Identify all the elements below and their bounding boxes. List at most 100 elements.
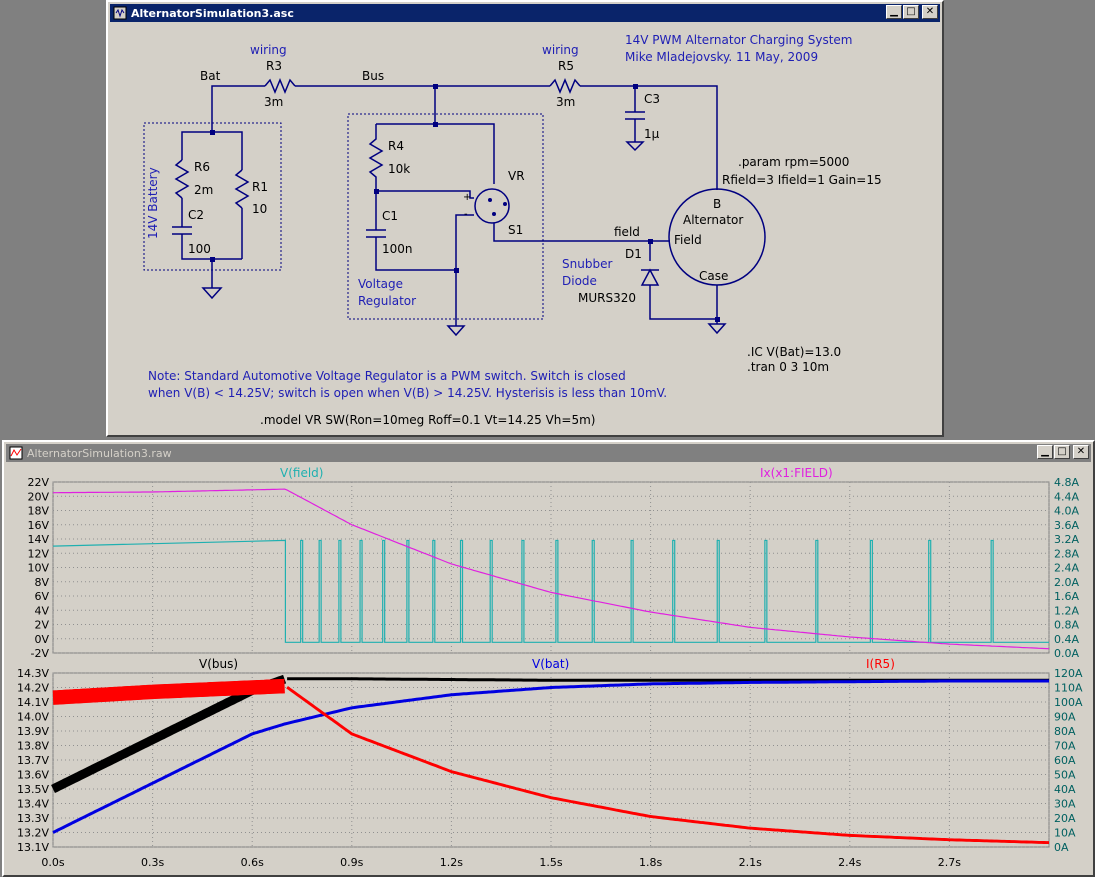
right-axis-tick-label: 0A [1054,841,1069,854]
snubber-label-1: Snubber [562,257,612,271]
left-axis-tick-label: 14.0V [17,711,49,724]
waveform-minimize-button[interactable]: ▁ [1037,445,1053,459]
right-axis-tick-label: 0.4A [1054,633,1079,646]
right-axis-tick-label: 4.4A [1054,490,1079,503]
wiring-comment-2: wiring [542,43,579,57]
param-line: .param rpm=5000 [738,155,849,169]
right-axis-tick-label: 40A [1054,783,1076,796]
left-axis-tick-label: 18V [27,505,49,518]
schematic-title: AlternatorSimulation3.asc [131,6,294,20]
c2-name: C2 [188,208,204,222]
c3-name: C3 [644,92,660,106]
snubber-label-2: Diode [562,274,597,288]
ic-directive: .IC V(Bat)=13.0 [747,345,841,359]
r1-name: R1 [252,180,268,194]
right-axis-tick-label: 60A [1054,754,1076,767]
trace-label-ix-field[interactable]: Ix(x1:FIELD) [760,466,833,480]
x-axis-tick-label: 0.3s [141,856,164,869]
r4-value: 10k [388,162,410,176]
waveform-doc-icon [9,446,23,460]
header-comment-2: Mike Mladejovsky. 11 May, 2009 [625,50,818,64]
left-axis-tick-label: 14.3V [17,667,49,680]
left-axis-tick-label: 13.1V [17,841,49,854]
left-axis-tick-label: 20V [27,490,49,503]
left-axis-tick-label: 13.6V [17,769,49,782]
right-axis-tick-label: 100A [1054,696,1083,709]
c1-value: 100n [382,242,413,256]
schematic-titlebar[interactable]: AlternatorSimulation3.asc ▁ □ ✕ [110,4,940,22]
r5-value: 3m [556,95,575,109]
left-axis-tick-label: 10V [27,562,49,575]
alternator-name: Alternator [683,213,743,227]
left-axis-tick-label: 14.2V [17,682,49,695]
right-axis-tick-label: 110A [1054,682,1083,695]
left-axis-tick-label: 8V [34,576,49,589]
tran-directive: .tran 0 3 10m [747,360,829,374]
left-axis-tick-label: 13.3V [17,812,49,825]
minimize-button[interactable]: ▁ [886,5,902,19]
note-comment-1: Note: Standard Automotive Voltage Regula… [148,369,626,383]
waveform-canvas[interactable]: 22V20V18V16V14V12V10V8V6V4V2V0V-2V4.8A4.… [6,464,1091,875]
left-axis-tick-label: 13.2V [17,827,49,840]
right-axis-tick-label: 80A [1054,725,1076,738]
r5-name: R5 [558,59,574,73]
x-axis-tick-label: 0.6s [241,856,264,869]
plot-pane-frame [52,481,1050,654]
left-axis-tick-label: 13.4V [17,798,49,811]
right-axis-tick-label: 20A [1054,812,1076,825]
vr-name: VR [508,169,525,183]
x-axis-tick-label: 2.1s [739,856,762,869]
right-axis-tick-label: 0.8A [1054,619,1079,632]
alternator-field-pin: Field [674,233,702,247]
model-directive: .model VR SW(Ron=10meg Roff=0.1 Vt=14.25… [260,413,595,427]
wiring-comment-1: wiring [250,43,287,57]
alternator-case-pin: Case [699,269,728,283]
maximize-button[interactable]: □ [903,5,919,19]
r4-name: R4 [388,139,404,153]
waveform-title: AlternatorSimulation3.raw [27,446,172,460]
trace-label-vfield[interactable]: V(field) [280,466,323,480]
d1-name: D1 [625,247,642,261]
net-label-field: field [614,225,640,239]
note-comment-2: when V(B) < 14.25V; switch is open when … [148,386,667,400]
r1-value: 10 [252,202,267,216]
right-axis-tick-label: 30A [1054,798,1076,811]
waveform-window: AlternatorSimulation3.raw ▁ □ ✕ 22V 20V 18… [2,440,1095,877]
waveform-maximize-button[interactable]: □ [1054,445,1070,459]
left-axis-tick-label: 4V [34,604,49,617]
x-axis-tick-label: 0.9s [340,856,363,869]
left-axis-tick-label: 13.5V [17,783,49,796]
net-label-bus: Bus [362,69,384,83]
x-axis-tick-label: 1.5s [539,856,562,869]
trace-label-ir5[interactable]: I(R5) [866,657,895,671]
left-axis-tick-label: 2V [34,619,49,632]
x-axis-tick-label: 2.7s [938,856,961,869]
right-axis-tick-label: 0.0A [1054,647,1079,660]
left-axis-tick-label: 13.8V [17,740,49,753]
right-axis-tick-label: 4.8A [1054,476,1079,489]
waveform-titlebar[interactable]: AlternatorSimulation3.raw ▁ □ ✕ [6,444,1091,462]
right-axis-tick-label: 2.4A [1054,562,1079,575]
x-axis-tick-label: 0.0s [41,856,64,869]
right-axis-tick-label: 70A [1054,740,1076,753]
close-button[interactable]: ✕ [922,5,938,19]
r3-value: 3m [264,95,283,109]
trace-label-vbat[interactable]: V(bat) [532,657,569,671]
voltage-regulator-label-2: Regulator [358,294,416,308]
c3-value: 1µ [644,127,660,141]
param-line-2: Rfield=3 Ifield=1 Gain=15 [722,173,882,187]
schematic-doc-icon [113,6,127,20]
schematic-canvas[interactable]: Bat R3 3m Bus R5 3m C3 1µ R6 2m C2 100 R… [110,24,940,435]
r6-value: 2m [194,183,213,197]
left-axis-tick-label: 22V [27,476,49,489]
net-label-bat: Bat [200,69,221,83]
c1-name: C1 [382,209,398,223]
right-axis-tick-label: 120A [1054,667,1083,680]
right-axis-tick-label: 2.0A [1054,576,1079,589]
left-axis-tick-label: 14V [27,533,49,546]
trace-label-vbus[interactable]: V(bus) [199,657,238,671]
right-axis-tick-label: 10A [1054,827,1076,840]
r3-name: R3 [266,59,282,73]
svg-text:-: - [464,209,468,220]
waveform-close-button[interactable]: ✕ [1073,445,1089,459]
